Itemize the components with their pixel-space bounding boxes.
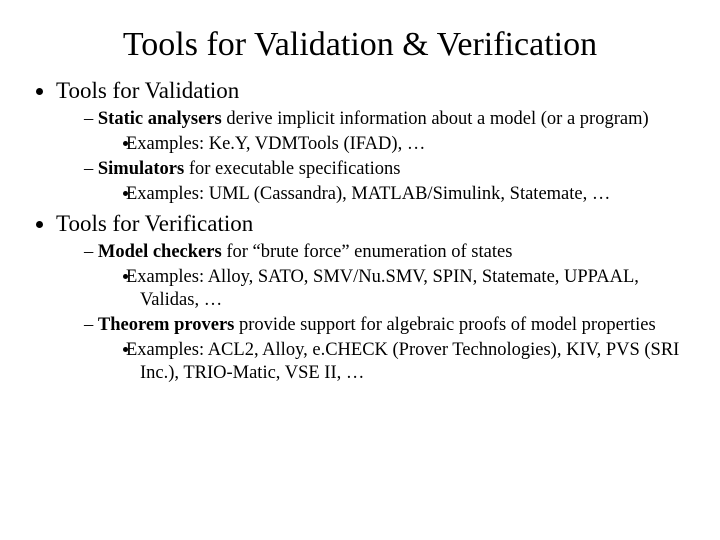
item-static-analysers: Static analysers derive implicit informa…: [84, 108, 690, 156]
slide: Tools for Validation & Verification Tool…: [0, 0, 720, 540]
bullet-list-level3: Examples: Alloy, SATO, SMV/Nu.SMV, SPIN,…: [98, 266, 690, 312]
section-heading: Tools for Verification: [56, 211, 253, 236]
item-rest: derive implicit information about a mode…: [222, 109, 649, 129]
bullet-list-level3: Examples: UML (Cassandra), MATLAB/Simuli…: [98, 183, 690, 206]
item-theorem-provers: Theorem provers provide support for alge…: [84, 314, 690, 385]
item-bold: Theorem provers: [98, 315, 235, 335]
item-rest: provide support for algebraic proofs of …: [234, 315, 655, 335]
item-bold: Model checkers: [98, 242, 222, 262]
bullet-list-level2: Static analysers derive implicit informa…: [56, 108, 690, 207]
examples-line: Examples: Ke.Y, VDMTools (IFAD), …: [140, 133, 690, 156]
examples-line: Examples: ACL2, Alloy, e.CHECK (Prover T…: [140, 339, 690, 385]
bullet-list-level1: Tools for Validation Static analysers de…: [30, 78, 690, 385]
item-rest: for executable specifications: [184, 159, 400, 179]
examples-line: Examples: Alloy, SATO, SMV/Nu.SMV, SPIN,…: [140, 266, 690, 312]
examples-line: Examples: UML (Cassandra), MATLAB/Simuli…: [140, 183, 690, 206]
bullet-list-level2: Model checkers for “brute force” enumera…: [56, 241, 690, 386]
item-bold: Static analysers: [98, 109, 222, 129]
section-validation: Tools for Validation Static analysers de…: [56, 78, 690, 207]
bullet-list-level3: Examples: Ke.Y, VDMTools (IFAD), …: [98, 133, 690, 156]
slide-title: Tools for Validation & Verification: [30, 26, 690, 64]
item-simulators: Simulators for executable specifications…: [84, 158, 690, 206]
section-heading: Tools for Validation: [56, 78, 239, 103]
item-bold: Simulators: [98, 159, 184, 179]
item-rest: for “brute force” enumeration of states: [222, 242, 513, 262]
item-model-checkers: Model checkers for “brute force” enumera…: [84, 241, 690, 312]
section-verification: Tools for Verification Model checkers fo…: [56, 211, 690, 386]
bullet-list-level3: Examples: ACL2, Alloy, e.CHECK (Prover T…: [98, 339, 690, 385]
